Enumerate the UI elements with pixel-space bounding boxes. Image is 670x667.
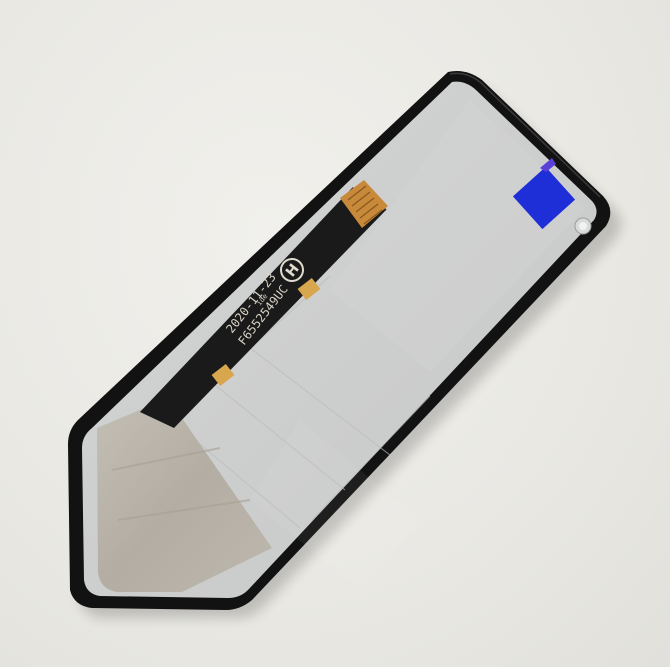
photo-scene: H F6552549UC 2020-11-23 ide	[0, 0, 670, 667]
camera-hole	[574, 217, 592, 235]
lcd-assembly-photo: H F6552549UC 2020-11-23 ide	[68, 71, 621, 618]
